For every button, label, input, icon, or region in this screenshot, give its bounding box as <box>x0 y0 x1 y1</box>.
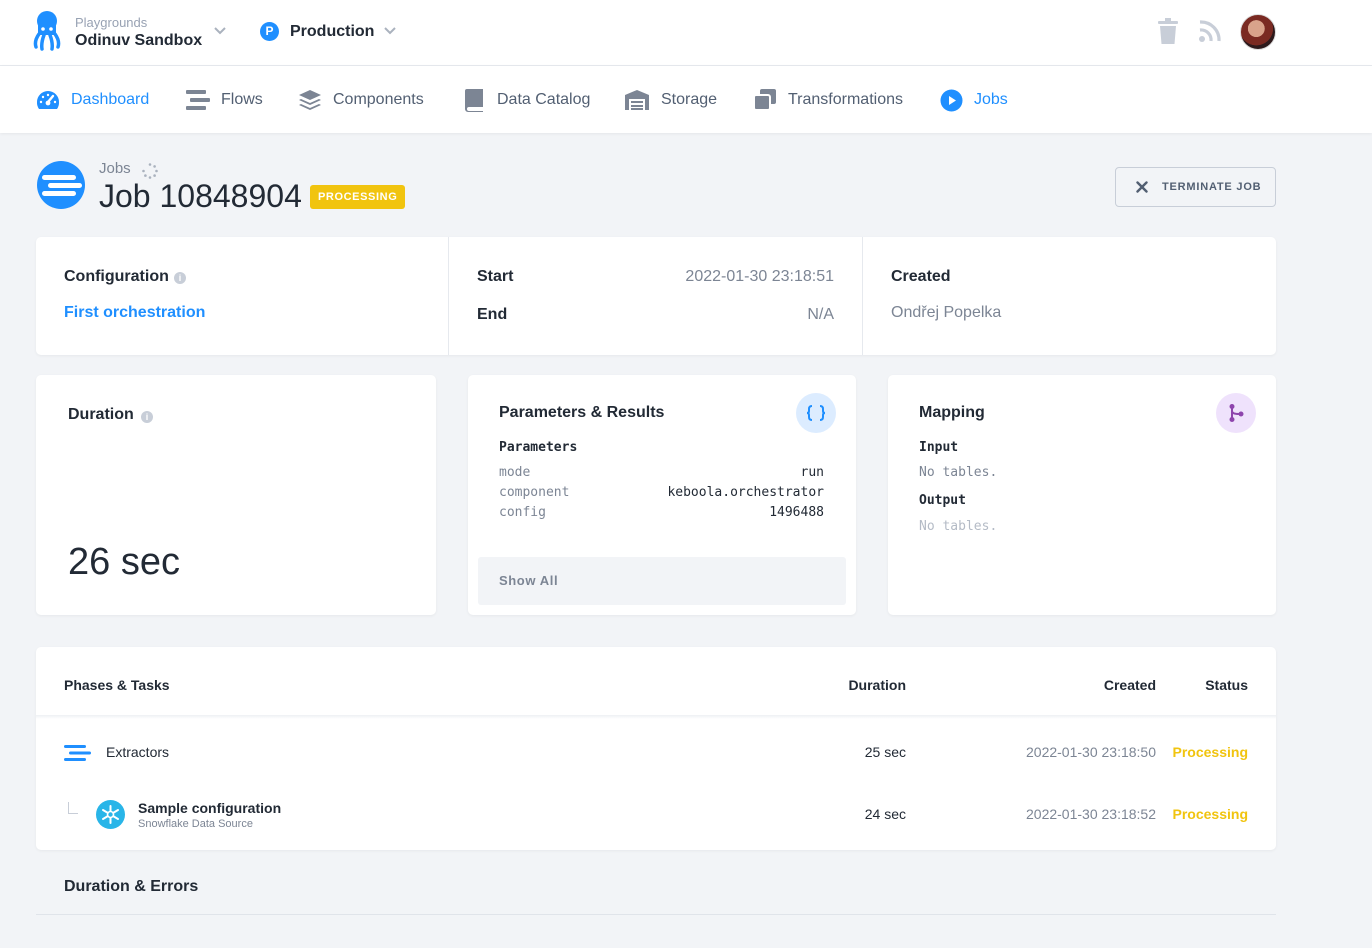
tree-connector <box>68 802 78 814</box>
param-key: mode <box>499 465 531 480</box>
column-header-name: Phases & Tasks <box>64 677 170 693</box>
output-value: No tables. <box>919 519 998 534</box>
info-icon[interactable]: i <box>174 272 186 284</box>
configuration-link[interactable]: First orchestration <box>64 304 205 322</box>
input-value: No tables. <box>919 465 998 480</box>
play-circle-icon <box>940 89 963 111</box>
parameters-results-card: Parameters & Results Parameters mode run… <box>468 375 856 615</box>
branch-badge: P <box>260 22 279 41</box>
nav-label-data-catalog: Data Catalog <box>497 91 591 108</box>
configuration-label: Configuration <box>64 268 169 285</box>
task-component: Snowflake Data Source <box>138 818 253 830</box>
duration-value: 26 sec <box>68 541 180 583</box>
loading-spinner-icon <box>142 163 158 179</box>
user-avatar[interactable] <box>1240 14 1276 50</box>
end-value: N/A <box>807 306 834 323</box>
project-label: Playgrounds <box>75 15 148 30</box>
nav-item-dashboard[interactable]: Dashboard <box>36 88 149 112</box>
info-icon[interactable]: i <box>141 411 153 423</box>
chevron-down-icon[interactable] <box>383 23 397 37</box>
column-header-created: Created <box>1103 677 1156 693</box>
start-value: 2022-01-30 23:18:51 <box>685 268 834 285</box>
storage-icon <box>625 90 649 110</box>
task-created: 2022-01-30 23:18:52 <box>1026 806 1156 822</box>
code-braces-icon[interactable] <box>796 393 836 433</box>
column-divider <box>448 237 449 355</box>
book-icon <box>465 89 483 112</box>
phases-tasks-table: Phases & Tasks Duration Created Status E… <box>36 647 1276 850</box>
output-label: Output <box>919 493 966 508</box>
param-value: 1496488 <box>769 505 824 520</box>
terminate-job-label: TERMINATE JOB <box>1162 181 1262 193</box>
nav-item-data-catalog[interactable]: Data Catalog <box>464 88 590 112</box>
created-by-value: Ondřej Popelka <box>891 304 1002 321</box>
column-header-status: Status <box>1205 677 1248 693</box>
nav-label-jobs: Jobs <box>974 91 1008 108</box>
section-divider <box>36 914 1276 915</box>
nav-item-transformations[interactable]: Transformations <box>753 88 903 112</box>
param-value: keboola.orchestrator <box>667 485 824 500</box>
chevron-down-icon[interactable] <box>213 23 227 37</box>
flows-icon <box>186 90 210 110</box>
task-name: Sample configuration <box>138 800 282 816</box>
transformations-icon <box>753 89 776 111</box>
nav-item-jobs[interactable]: Jobs <box>940 88 1008 112</box>
nav-label-components: Components <box>333 91 424 108</box>
parameters-subtitle: Parameters <box>499 440 578 455</box>
show-all-button[interactable]: Show All <box>478 557 846 605</box>
nav-label-storage: Storage <box>661 91 718 108</box>
duration-label: Duration <box>68 406 134 423</box>
extractor-phase-icon <box>64 742 92 764</box>
input-label: Input <box>919 440 959 455</box>
project-name[interactable]: Odinuv Sandbox <box>75 32 202 50</box>
mapping-title: Mapping <box>919 404 985 421</box>
created-label: Created <box>891 268 951 285</box>
phase-name: Extractors <box>106 744 170 760</box>
parameters-results-title: Parameters & Results <box>499 404 665 421</box>
top-bar: Playgrounds Odinuv Sandbox P Production <box>0 0 1372 66</box>
table-header-divider <box>36 715 1276 719</box>
rss-feed-icon[interactable] <box>1198 18 1224 46</box>
orchestrator-logo <box>36 160 86 210</box>
phase-created: 2022-01-30 23:18:50 <box>1026 744 1156 760</box>
column-divider <box>862 237 863 355</box>
keboola-octopus-logo[interactable] <box>33 11 63 53</box>
snowflake-icon <box>96 800 125 829</box>
branch-name[interactable]: Production <box>290 23 374 41</box>
nav-label-transformations: Transformations <box>788 91 903 108</box>
terminate-job-button[interactable]: TERMINATE JOB <box>1115 167 1276 207</box>
duration-card: Duration i 26 sec <box>36 375 436 615</box>
phase-duration: 25 sec <box>864 744 906 760</box>
nav-label-flows: Flows <box>221 91 263 108</box>
breadcrumb-jobs[interactable]: Jobs <box>99 160 131 177</box>
nav-item-storage[interactable]: Storage <box>624 88 717 112</box>
task-status: Processing <box>1172 806 1248 822</box>
mapping-card: Mapping Input No tables. Output No table… <box>888 375 1276 615</box>
close-icon <box>1136 181 1148 193</box>
status-badge: PROCESSING <box>310 185 406 209</box>
task-duration: 24 sec <box>864 806 906 822</box>
param-key: component <box>499 485 570 500</box>
column-header-duration: Duration <box>848 677 906 693</box>
duration-errors-title: Duration & Errors <box>64 878 199 895</box>
table-row[interactable]: Extractors 25 sec 2022-01-30 23:18:50 Pr… <box>36 729 1276 779</box>
git-branch-icon[interactable] <box>1216 393 1256 433</box>
nav-item-flows[interactable]: Flows <box>186 88 263 112</box>
nav-item-components[interactable]: Components <box>298 88 424 112</box>
trash-icon[interactable] <box>1156 18 1182 46</box>
table-row[interactable]: Sample configuration Snowflake Data Sour… <box>36 790 1276 840</box>
page-title: Job 10848904 <box>99 178 302 214</box>
param-key: config <box>499 505 546 520</box>
start-label: Start <box>477 268 514 285</box>
components-icon <box>299 90 321 110</box>
main-navigation: Dashboard Flows Components Data Catalog … <box>0 66 1372 133</box>
phase-status: Processing <box>1172 744 1248 760</box>
param-value: run <box>800 465 824 480</box>
end-label: End <box>477 306 508 323</box>
nav-label-dashboard: Dashboard <box>71 91 150 108</box>
job-info-card: Configuration i First orchestration Star… <box>36 237 1276 355</box>
dashboard-icon <box>36 91 60 109</box>
